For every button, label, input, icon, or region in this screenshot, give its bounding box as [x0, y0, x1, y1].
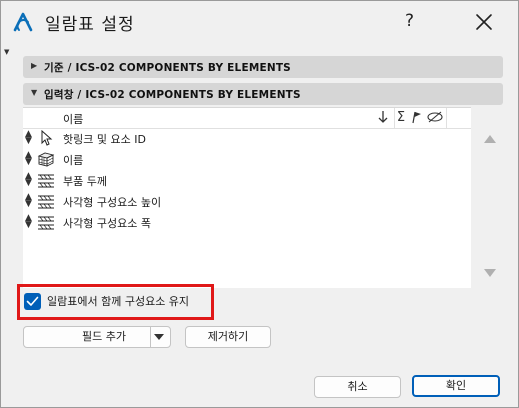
column-divider: [446, 108, 447, 128]
move-down-icon[interactable]: [484, 269, 496, 277]
column-name-header[interactable]: 이름: [63, 111, 83, 127]
list-row[interactable]: ▲ ▼ 사각형 구성요소 폭: [23, 212, 471, 233]
pointer-icon: [37, 129, 55, 146]
list-row[interactable]: ▲ ▼ 핫링크 및 요소 ID: [23, 128, 471, 149]
drag-handle-icon[interactable]: ▲ ▼: [25, 151, 32, 167]
cancel-button[interactable]: 취소: [314, 376, 401, 398]
keep-components-label[interactable]: 일람표에서 함께 구성요소 유지: [47, 293, 189, 309]
section-criteria[interactable]: ▶ 기준 / ICS-02 COMPONENTS BY ELEMENTS: [23, 56, 503, 78]
remove-button[interactable]: 제거하기: [185, 326, 271, 348]
collapse-arrow-icon[interactable]: ▼: [31, 88, 37, 97]
section-criteria-label: 기준 / ICS-02 COMPONENTS BY ELEMENTS: [44, 62, 291, 74]
row-label: 사각형 구성요소 높이: [63, 196, 162, 209]
title-bar: 일람표 설정 ?: [1, 1, 518, 43]
close-icon[interactable]: [471, 9, 497, 35]
hatch-layer-icon: [37, 172, 55, 188]
ok-button[interactable]: 확인: [412, 375, 500, 397]
list-row[interactable]: ▲ ▼ 부품 두께: [23, 170, 471, 191]
cancel-label: 취소: [347, 380, 368, 393]
move-up-icon[interactable]: [484, 135, 496, 143]
row-label: 핫링크 및 요소 ID: [63, 133, 146, 146]
keep-components-checkbox[interactable]: [24, 293, 41, 310]
hatch-layer-icon: [37, 214, 55, 230]
drag-handle-icon[interactable]: ▲ ▼: [25, 193, 32, 209]
help-button[interactable]: ?: [405, 11, 414, 31]
row-label: 사각형 구성요소 폭: [63, 217, 151, 230]
drag-handle-icon[interactable]: ▲ ▼: [25, 214, 32, 230]
ok-label: 확인: [445, 379, 467, 392]
add-field-button[interactable]: 필드 추가: [23, 326, 171, 348]
drag-handle-icon[interactable]: ▲ ▼: [25, 130, 32, 146]
remove-label: 제거하기: [207, 330, 249, 343]
archicad-logo-icon: [11, 10, 35, 34]
sort-down-icon[interactable]: [375, 110, 391, 126]
hide-icon[interactable]: [426, 110, 444, 126]
row-label: 이름: [63, 154, 84, 167]
element-stack-icon: [37, 151, 55, 167]
field-list[interactable]: 이름 Σ ▲ ▼ 핫링크 및 요소 ID ▲ ▼ 이름 ▲ ▼ 부품 두께 ▲ …: [23, 107, 471, 288]
dialog-title: 일람표 설정: [45, 15, 135, 35]
list-header: 이름 Σ: [23, 108, 471, 129]
list-row[interactable]: ▲ ▼ 사각형 구성요소 높이: [23, 191, 471, 212]
row-label: 부품 두께: [63, 175, 107, 188]
split-divider: [150, 326, 151, 348]
settings-dialog: 일람표 설정 ? ▼ ▶ 기준 / ICS-02 COMPONENTS BY E…: [0, 0, 519, 408]
section-fields-label: 입력창 / ICS-02 COMPONENTS BY ELEMENTS: [44, 89, 301, 101]
sum-icon[interactable]: Σ: [393, 110, 409, 126]
expand-arrow-icon[interactable]: ▶: [31, 61, 37, 70]
panel-marker-icon: ▼: [4, 48, 10, 56]
hatch-layer-icon: [37, 193, 55, 209]
section-fields[interactable]: ▼ 입력창 / ICS-02 COMPONENTS BY ELEMENTS: [23, 83, 503, 105]
flag-icon[interactable]: [409, 110, 425, 126]
chevron-down-icon[interactable]: [154, 334, 164, 340]
list-row[interactable]: ▲ ▼ 이름: [23, 149, 471, 170]
add-field-label: 필드 추가: [82, 330, 126, 343]
drag-handle-icon[interactable]: ▲ ▼: [25, 172, 32, 188]
